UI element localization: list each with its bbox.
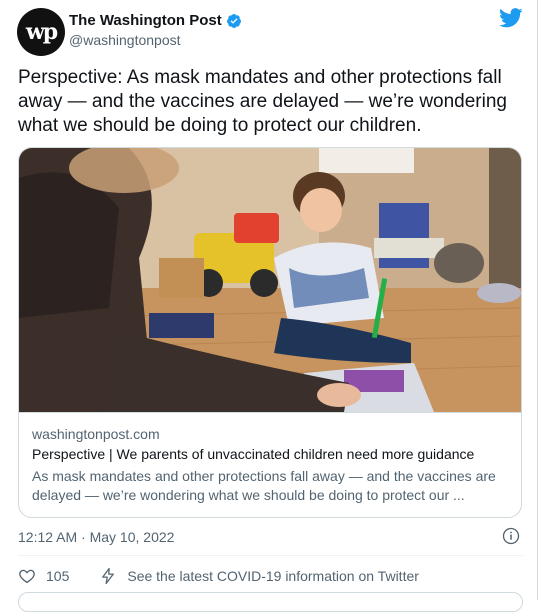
divider (18, 555, 523, 556)
covid-info-link[interactable]: See the latest COVID-19 information on T… (127, 568, 419, 584)
card-title[interactable]: Perspective | We parents of unvaccinated… (32, 446, 474, 462)
action-row: 105 See the latest COVID-19 information … (18, 567, 419, 585)
read-replies-button[interactable] (18, 592, 523, 612)
author-display-name[interactable]: The Washington Post (69, 12, 222, 29)
avatar[interactable]: wp (17, 8, 65, 56)
twitter-bird-icon[interactable] (499, 8, 523, 28)
author-handle[interactable]: @washingtonpost (69, 32, 181, 48)
author-name-row[interactable]: The Washington Post (69, 12, 242, 29)
embedded-tweet: wp The Washington Post @washingtonpost P… (0, 0, 538, 612)
info-icon[interactable] (502, 527, 520, 545)
verified-badge-icon (226, 13, 241, 28)
like-count[interactable]: 105 (46, 568, 69, 584)
card-image[interactable] (19, 148, 522, 412)
tweet-text: Perspective: As mask mandates and other … (18, 67, 507, 136)
link-card[interactable]: washingtonpost.com Perspective | We pare… (18, 147, 522, 518)
card-body[interactable]: washingtonpost.com Perspective | We pare… (19, 412, 521, 517)
tweet-timestamp[interactable]: 12:12 AM · May 10, 2022 (18, 529, 174, 545)
card-description: As mask mandates and other protections f… (32, 468, 496, 503)
lightning-bolt-icon (102, 567, 115, 585)
card-domain: washingtonpost.com (32, 426, 160, 442)
heart-icon[interactable] (18, 567, 36, 585)
